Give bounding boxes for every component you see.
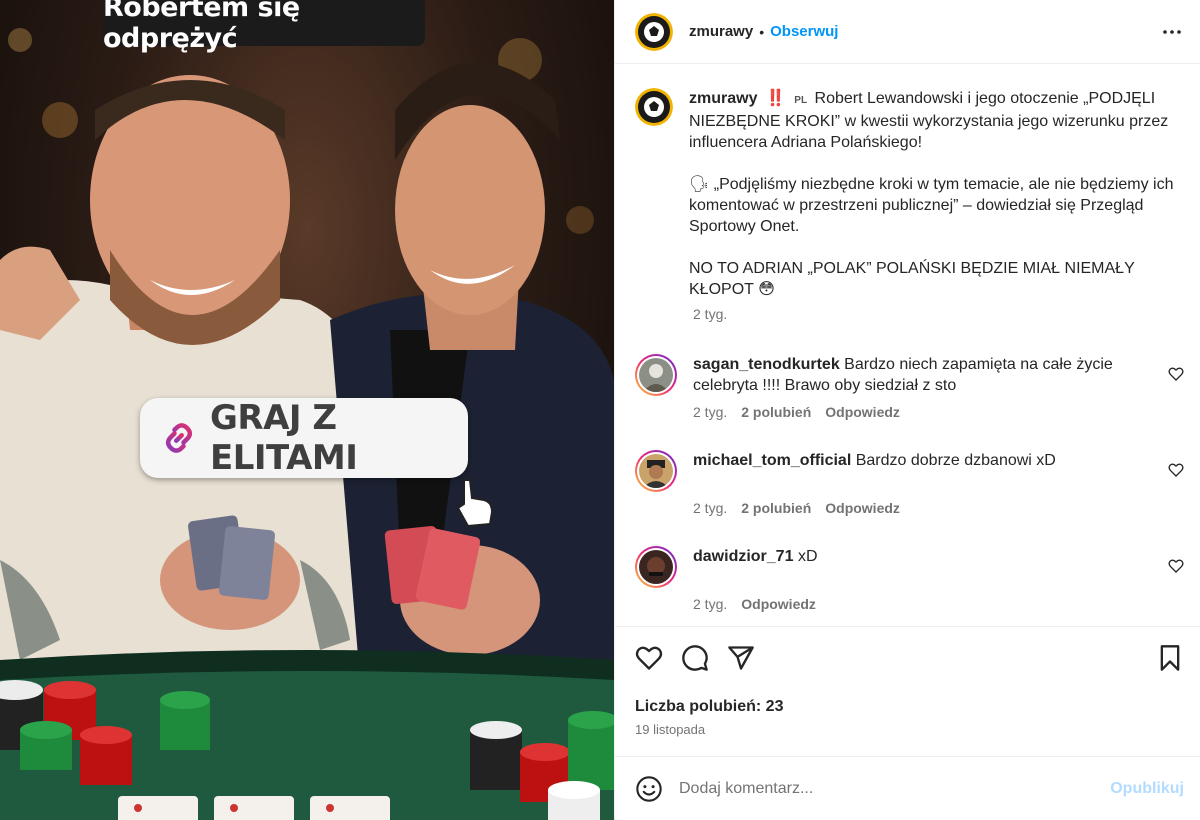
caption-meta: 2 tyg. [693, 306, 1184, 322]
story-caption: Robertem się odprężyć [103, 0, 425, 54]
comment-time: 2 tyg. [693, 404, 728, 420]
post-header: zmurawy • Obserwuj [615, 0, 1200, 64]
comment: sagan_tenodkurtek Bardzo niech zapamięta… [635, 354, 1184, 396]
caption-text-2: 🗣 „Podjęliśmy niezbędne kroki w tym tema… [689, 176, 1174, 235]
sticker-label: GRAJ Z ELITAMI [209, 398, 358, 478]
poland-flag-emoji: PL [794, 95, 808, 106]
comment-meta: 2 tyg. 2 polubień Odpowiedz [693, 404, 1184, 420]
commenter-avatar-ring[interactable] [635, 450, 677, 492]
comment-time: 2 tyg. [693, 596, 728, 612]
author-avatar[interactable] [635, 88, 673, 126]
double-exclamation-emoji: ‼️ [765, 90, 786, 107]
commenter-avatar-ring[interactable] [635, 546, 677, 588]
comment-meta: 2 tyg. 2 polubień Odpowiedz [693, 500, 1184, 516]
commenter-avatar [639, 358, 673, 392]
reply-button[interactable]: Odpowiedz [825, 500, 900, 516]
comment-input[interactable] [679, 779, 1111, 798]
caption-text-3: NO TO ADRIAN „POLAK” POLAŃSKI BĘDZIE MIA… [689, 260, 1135, 298]
comment: dawidzior_71 xD [635, 546, 1184, 588]
comment-username[interactable]: sagan_tenodkurtek [693, 356, 840, 373]
comment-like-icon[interactable] [1168, 558, 1184, 574]
comment-text: xD [797, 548, 818, 565]
post-media[interactable]: Robertem się odprężyć GRAJ Z ELITAMI [0, 0, 614, 820]
comment-like-icon[interactable] [1168, 462, 1184, 478]
bookmark-icon[interactable] [1156, 644, 1184, 672]
comment-text: Bardzo dobrze dzbanowi xD [855, 452, 1056, 469]
comment-like-icon[interactable] [1168, 366, 1184, 382]
post-side-panel: zmurawy • Obserwuj zmurawy ‼️ PL Robert … [614, 0, 1200, 820]
comment-username[interactable]: michael_tom_official [693, 452, 851, 469]
caption-username[interactable]: zmurawy [689, 90, 757, 107]
share-paper-plane-icon[interactable] [727, 644, 755, 672]
like-heart-icon[interactable] [635, 644, 663, 672]
more-horizontal-icon[interactable] [1160, 20, 1184, 44]
reply-button[interactable]: Odpowiedz [741, 596, 816, 612]
likes-count[interactable]: Liczba polubień: 23 [615, 688, 1200, 716]
post-actions [615, 626, 1200, 688]
caption-time: 2 tyg. [693, 306, 728, 322]
comment-username[interactable]: dawidzior_71 [693, 548, 793, 565]
instagram-post: Robertem się odprężyć GRAJ Z ELITAMI zmu… [0, 0, 1200, 820]
comment: michael_tom_official Bardzo dobrze dzban… [635, 450, 1184, 492]
caption-text-1: Robert Lewandowski i jego otoczenie „POD… [689, 90, 1169, 151]
commenter-avatar-ring[interactable] [635, 354, 677, 396]
comment-meta: 2 tyg. Odpowiedz [693, 596, 1184, 612]
link-sticker[interactable]: GRAJ Z ELITAMI [140, 398, 468, 478]
link-icon [165, 423, 193, 453]
header-separator: • [759, 23, 765, 40]
comments-area[interactable]: zmurawy ‼️ PL Robert Lewandowski i jego … [615, 64, 1200, 626]
comment-likes[interactable]: 2 polubień [741, 500, 811, 516]
follow-button[interactable]: Obserwuj [770, 23, 838, 40]
comment-time: 2 tyg. [693, 500, 728, 516]
commenter-avatar [639, 454, 673, 488]
commenter-avatar [639, 550, 673, 584]
post-date: 19 listopada [635, 722, 706, 737]
comment-likes[interactable]: 2 polubień [741, 404, 811, 420]
add-comment-bar: Opublikuj [615, 756, 1200, 820]
comment-bubble-icon[interactable] [681, 644, 709, 672]
header-username[interactable]: zmurawy [689, 23, 753, 40]
post-caption: zmurawy ‼️ PL Robert Lewandowski i jego … [635, 88, 1184, 300]
publish-button[interactable]: Opublikuj [1110, 780, 1184, 798]
zmurawy-avatar[interactable] [635, 12, 673, 51]
emoji-icon[interactable] [635, 775, 663, 803]
reply-button[interactable]: Odpowiedz [825, 404, 900, 420]
